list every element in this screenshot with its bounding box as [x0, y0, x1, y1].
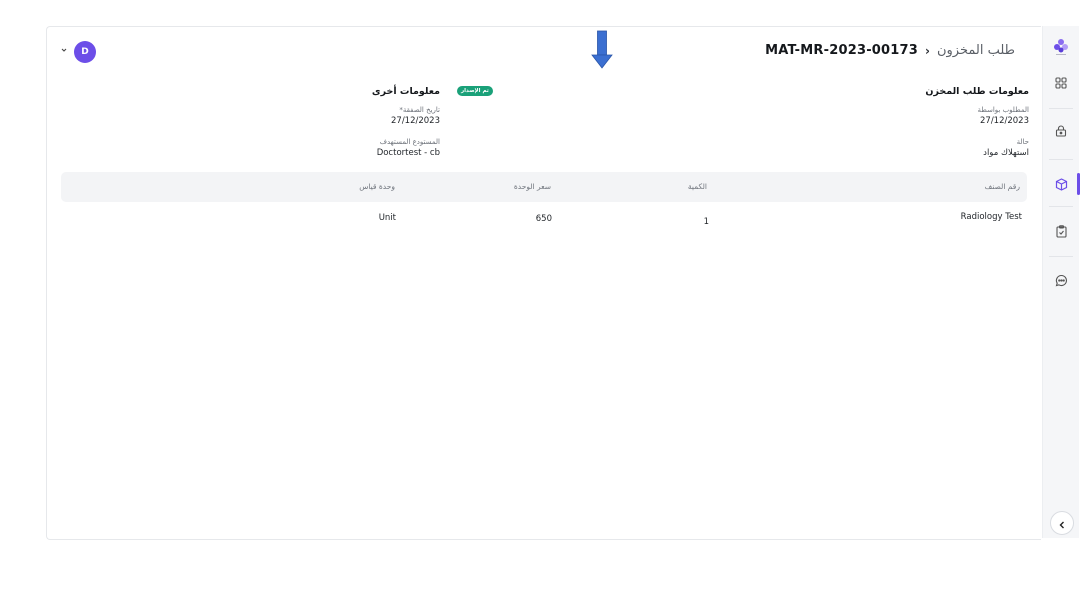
items-table-header: رقم الصنف الكمية سعر الوحدة وحدة قياس	[61, 172, 1027, 202]
clipboard-icon[interactable]	[1052, 222, 1070, 240]
sidebar-rail	[1042, 26, 1080, 538]
column-header-uom: وحدة قياس	[359, 182, 395, 191]
apps-grid-icon[interactable]	[1052, 74, 1070, 92]
chevron-left-icon	[1058, 514, 1066, 533]
column-header-qty: الكمية	[687, 182, 707, 191]
target-warehouse-value: Doctortest - cb	[376, 148, 440, 158]
rail-divider	[1049, 256, 1073, 257]
breadcrumb-separator: ›	[925, 43, 930, 58]
column-header-item-code: رقم الصنف	[984, 182, 1020, 191]
cell-unit-price: 650	[535, 214, 552, 224]
material-request-card: MAT-MR-2023-00173 › طلب المخزون D معلوما…	[46, 26, 1041, 540]
avatar[interactable]: D	[74, 41, 96, 63]
page-title: MAT-MR-2023-00173 › طلب المخزون	[765, 43, 1015, 58]
cell-uom: Unit	[378, 213, 396, 223]
status-value: استهلاك مواد	[983, 148, 1029, 158]
logo-icon[interactable]	[1052, 38, 1070, 56]
box-icon[interactable]	[1052, 175, 1070, 193]
required-by-value: 27/12/2023	[980, 116, 1029, 126]
target-warehouse-label: المستودع المستهدف	[379, 138, 440, 146]
chat-icon[interactable]	[1052, 271, 1070, 289]
column-header-unit-price: سعر الوحدة	[513, 182, 551, 191]
lock-icon[interactable]	[1052, 122, 1070, 140]
other-info-title: معلومات أخرى	[371, 86, 440, 97]
cell-item-code: Radiology Test	[960, 212, 1022, 222]
rail-divider	[1049, 108, 1073, 109]
down-arrow-icon	[591, 30, 613, 74]
collapse-sidebar-button[interactable]	[1050, 511, 1074, 535]
rail-divider	[1049, 159, 1073, 160]
status-label: حالة	[1016, 138, 1029, 146]
required-by-label: المطلوب بواسطة	[977, 106, 1030, 114]
request-info-title: معلومات طلب المخزن	[925, 86, 1029, 97]
status-badge: تم الإصدار	[457, 86, 493, 96]
transaction-date-value: 27/12/2023	[391, 116, 440, 126]
active-indicator	[1077, 173, 1080, 195]
transaction-date-label: تاريخ الصفقة*	[399, 106, 440, 114]
document-id: MAT-MR-2023-00173	[765, 43, 919, 58]
chevron-down-icon[interactable]	[61, 46, 67, 55]
rail-divider	[1049, 206, 1073, 207]
cell-qty: 1	[703, 217, 709, 227]
breadcrumb-link[interactable]: طلب المخزون	[937, 43, 1015, 58]
